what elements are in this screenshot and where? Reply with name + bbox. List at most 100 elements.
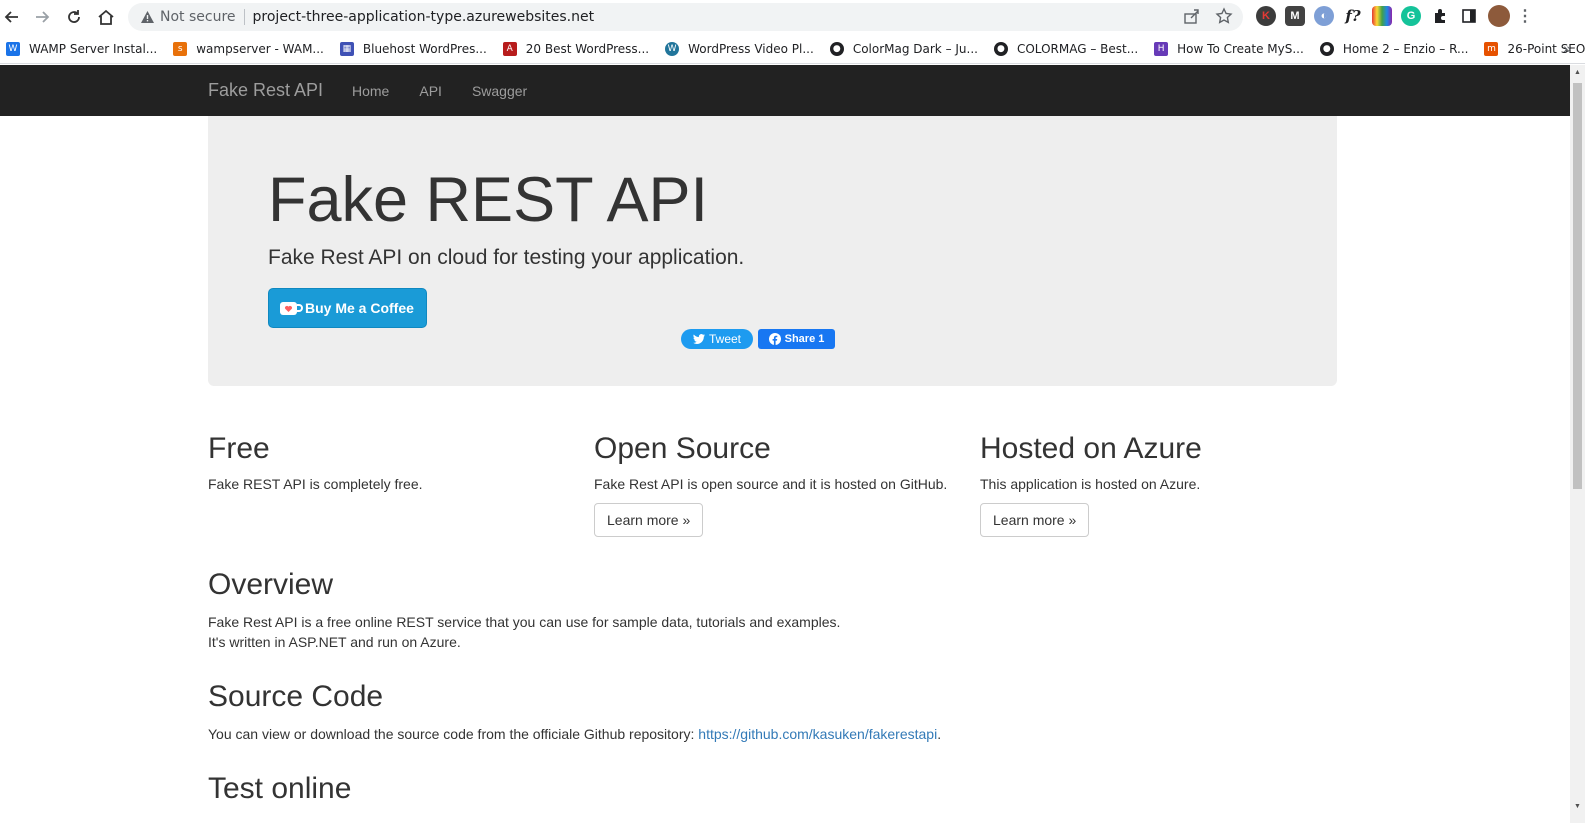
source-code-section: Source Code You can view or download the… [208, 680, 941, 744]
feature-text: Fake REST API is completely free. [208, 476, 423, 492]
facebook-share-button[interactable]: Share 1 [758, 329, 835, 349]
page-scrollbar[interactable]: ▲ ▼ [1570, 65, 1585, 823]
k-extension-icon[interactable]: K [1256, 6, 1276, 26]
source-code-title: Source Code [208, 680, 384, 713]
overview-section: Overview Fake Rest API is a free online … [208, 568, 840, 652]
overview-line-2: It's written in ASP.NET and run on Azure… [208, 634, 461, 650]
bookmark-item[interactable]: ● Home 2 – Enzio – R... [1319, 37, 1469, 61]
address-bar[interactable]: Not secure project-three-application-typ… [128, 3, 1243, 31]
grammarly-extension-icon[interactable]: G [1401, 6, 1421, 26]
profile-avatar-icon[interactable] [1488, 5, 1510, 27]
bookmark-label: How To Create MyS... [1177, 41, 1304, 56]
navbar-links: Home API Swagger [352, 83, 557, 99]
font-extension-icon[interactable]: f? [1343, 6, 1363, 26]
bookmark-star-icon[interactable] [1215, 7, 1233, 30]
overview-title: Overview [208, 568, 334, 601]
bookmark-label: wampserver - WAM... [196, 41, 324, 56]
url-text[interactable]: project-three-application-type.azurewebs… [253, 9, 595, 25]
menu-kebab-icon[interactable]: ⋮ [1517, 6, 1533, 26]
bookmark-label: 20 Best WordPress... [525, 41, 650, 56]
bookmark-item[interactable]: ▦ Bluehost WordPres... [339, 37, 487, 61]
share-page-icon[interactable] [1183, 7, 1201, 30]
source-code-period: . [937, 726, 942, 742]
learn-more-button[interactable]: Learn more » [594, 503, 704, 537]
buy-me-a-coffee-button[interactable]: Buy Me a Coffee [268, 288, 427, 328]
page-viewport: Fake Rest API Home API Swagger Fake REST… [0, 65, 1585, 823]
home-icon[interactable] [94, 5, 118, 29]
tweet-label: Tweet [708, 332, 741, 346]
side-panel-icon[interactable] [1459, 6, 1479, 26]
feature-open-source: Open Source Fake Rest API is open source… [594, 432, 964, 537]
back-arrow-icon[interactable] [0, 5, 24, 29]
bookmark-label: WAMP Server Instal... [29, 41, 158, 56]
article-favicon-icon: A [502, 41, 517, 56]
bookmark-label: Home 2 – Enzio – R... [1342, 41, 1469, 56]
source-code-text: You can view or download the source code… [208, 724, 941, 744]
nav-link-swagger[interactable]: Swagger [472, 83, 527, 99]
hero-jumbotron: Fake REST API Fake Rest API on cloud for… [208, 116, 1337, 386]
browser-toolbar: Not secure project-three-application-typ… [0, 0, 1585, 34]
nav-link-api[interactable]: API [419, 83, 442, 99]
forward-arrow-icon[interactable] [30, 5, 54, 29]
scroll-down-arrow-icon[interactable]: ▼ [1573, 803, 1582, 813]
feature-text: Fake Rest API is open source and it is h… [594, 476, 948, 492]
learn-more-button[interactable]: Learn more » [980, 503, 1090, 537]
circle-extension-icon[interactable]: ◐ [1314, 6, 1334, 26]
coffee-button-label: Buy Me a Coffee [305, 300, 414, 316]
reload-icon[interactable] [62, 5, 86, 29]
omnibox-divider [243, 9, 245, 25]
extensions-bar: K M ◐ f? G ⋮ [1256, 5, 1533, 27]
wamp-favicon-icon: W [6, 41, 20, 56]
seo-favicon-icon: m [1484, 41, 1499, 56]
bookmark-item[interactable]: W WordPress Video Pl... [665, 37, 814, 61]
bookmark-item[interactable]: A 20 Best WordPress... [502, 37, 650, 61]
bookmark-item[interactable]: ● COLORMAG – Best... [993, 37, 1139, 61]
bookmarks-bar: W WAMP Server Instal... s wampserver - W… [0, 34, 1585, 64]
hero-lead: Fake Rest API on cloud for testing your … [268, 246, 745, 269]
bookmarks-overflow-icon[interactable]: » [1563, 40, 1571, 56]
github-repo-link[interactable]: https://github.com/kasuken/fakerestapi [698, 726, 937, 742]
bookmark-label: ColorMag Dark – Ju... [852, 41, 978, 56]
bookmark-label: 26-Point SEO Check... [1507, 41, 1585, 56]
bookmark-item[interactable]: ● ColorMag Dark – Ju... [829, 37, 978, 61]
feature-free: Free Fake REST API is completely free. [208, 432, 578, 492]
globe-favicon-icon: ● [993, 41, 1008, 56]
warning-icon[interactable] [138, 10, 156, 24]
bookmark-label: WordPress Video Pl... [688, 41, 814, 56]
color-extension-icon[interactable] [1372, 6, 1392, 26]
scroll-up-arrow-icon[interactable]: ▲ [1573, 69, 1582, 79]
overview-line-1: Fake Rest API is a free online REST serv… [208, 614, 841, 630]
test-online-title: Test online [208, 772, 352, 805]
bookmark-label: COLORMAG – Best... [1016, 41, 1139, 56]
test-online-section: Test online [208, 772, 351, 806]
tweet-button[interactable]: Tweet [681, 329, 753, 349]
scrollbar-thumb[interactable] [1573, 83, 1582, 489]
feature-title: Hosted on Azure [980, 432, 1202, 465]
feature-text: This application is hosted on Azure. [980, 476, 1201, 492]
facebook-icon [768, 333, 781, 345]
hostinger-favicon-icon: H [1154, 41, 1169, 56]
feature-title: Free [208, 432, 270, 465]
m-extension-icon[interactable]: M [1285, 6, 1305, 26]
stackoverflow-favicon-icon: s [173, 41, 188, 56]
globe-favicon-icon: ● [829, 41, 844, 56]
navbar-brand[interactable]: Fake Rest API [208, 80, 323, 101]
feature-hosted-azure: Hosted on Azure This application is host… [980, 432, 1350, 537]
nav-link-home[interactable]: Home [352, 83, 389, 99]
bookmark-item[interactable]: H How To Create MyS... [1154, 37, 1304, 61]
social-buttons: Tweet Share 1 [681, 329, 835, 349]
wordpress-favicon-icon: W [665, 41, 680, 56]
puzzle-extensions-icon[interactable] [1430, 6, 1450, 26]
omnibox-actions [1183, 7, 1233, 30]
globe-favicon-icon: ● [1319, 41, 1334, 56]
bookmark-item[interactable]: W WAMP Server Instal... [6, 37, 157, 61]
hero-title: Fake REST API [268, 165, 709, 235]
security-label[interactable]: Not secure [160, 9, 236, 25]
bookmark-label: Bluehost WordPres... [362, 41, 487, 56]
bookmark-item[interactable]: s wampserver - WAM... [173, 37, 324, 61]
bluehost-favicon-icon: ▦ [339, 41, 354, 56]
share-label: Share 1 [784, 333, 825, 345]
twitter-bird-icon [692, 334, 705, 344]
source-code-description: You can view or download the source code… [208, 726, 699, 742]
feature-title: Open Source [594, 432, 771, 465]
